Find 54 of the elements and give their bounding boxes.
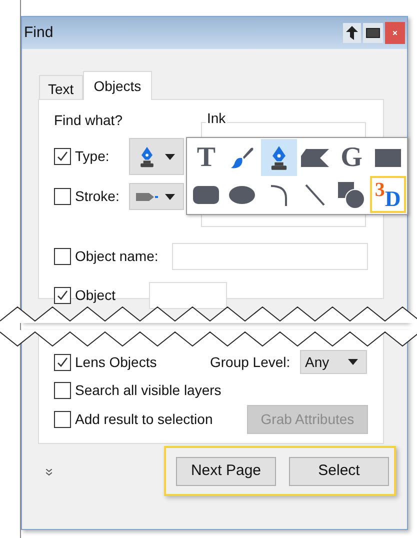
checkbox[interactable] — [54, 382, 71, 398]
checkbox[interactable] — [54, 287, 71, 304]
tab[interactable]: Text — [39, 75, 83, 99]
object-field[interactable] — [149, 282, 227, 309]
checkmark-icon — [56, 150, 69, 163]
3d-glyph: 3D — [374, 180, 401, 210]
rounded-rectangle-icon — [193, 186, 220, 204]
expand-chevron-icon — [46, 469, 52, 476]
checkmark-icon — [56, 289, 69, 302]
checkmark-icon — [56, 356, 69, 368]
checkbox-label: Lens Objects — [75, 352, 158, 372]
dialog-button[interactable]: Next Page — [176, 456, 276, 486]
dropdown[interactable] — [129, 138, 184, 175]
group-label: Ink — [206, 111, 227, 125]
close-icon — [393, 31, 397, 35]
checkbox[interactable] — [54, 188, 71, 205]
checkbox[interactable] — [54, 410, 71, 428]
rectangle-icon — [374, 148, 401, 166]
overlapping-shapes-icon — [337, 180, 366, 208]
section-label: Find what? — [54, 111, 124, 130]
palette-tool[interactable]: G — [333, 139, 370, 176]
palette-tool[interactable]: T — [188, 139, 224, 176]
checkbox-label: Search all visible layers — [75, 380, 222, 400]
palette-tool[interactable]: 3D — [370, 176, 406, 213]
pin-button[interactable] — [343, 23, 361, 43]
checkbox[interactable] — [54, 248, 71, 265]
checkbox-label: Add result to selection — [75, 410, 214, 428]
dropdown[interactable] — [129, 183, 184, 210]
arrow-icon — [346, 26, 358, 40]
object-name-field[interactable] — [172, 243, 368, 270]
wedge-shape-icon — [300, 148, 330, 168]
ellipse-icon — [229, 186, 256, 204]
window-icon — [366, 28, 380, 38]
line-icon — [305, 184, 326, 206]
palette-tool[interactable] — [260, 139, 297, 176]
window-title: Find — [24, 22, 54, 43]
checkbox[interactable] — [54, 148, 71, 165]
checkbox-label: Stroke: — [75, 187, 120, 206]
tool-glyph: T — [196, 144, 216, 172]
field-label: Group Level: — [210, 352, 292, 372]
group-level-dropdown[interactable]: Any — [300, 350, 367, 374]
tool-glyph: G — [340, 144, 362, 172]
checkbox-label: Object — [75, 286, 116, 305]
caret-icon — [348, 359, 358, 365]
caret-icon — [165, 194, 175, 200]
stroke-arrow-icon — [136, 192, 158, 202]
restore-button[interactable] — [363, 23, 383, 43]
tab[interactable]: Objects — [82, 71, 152, 100]
checkbox-label: Type: — [75, 147, 110, 166]
checkbox[interactable] — [54, 354, 71, 370]
checkbox-label: Object name: — [75, 247, 160, 266]
dialog-button[interactable]: Select — [289, 456, 389, 486]
curve-icon — [270, 184, 288, 206]
caret-icon — [165, 154, 175, 160]
